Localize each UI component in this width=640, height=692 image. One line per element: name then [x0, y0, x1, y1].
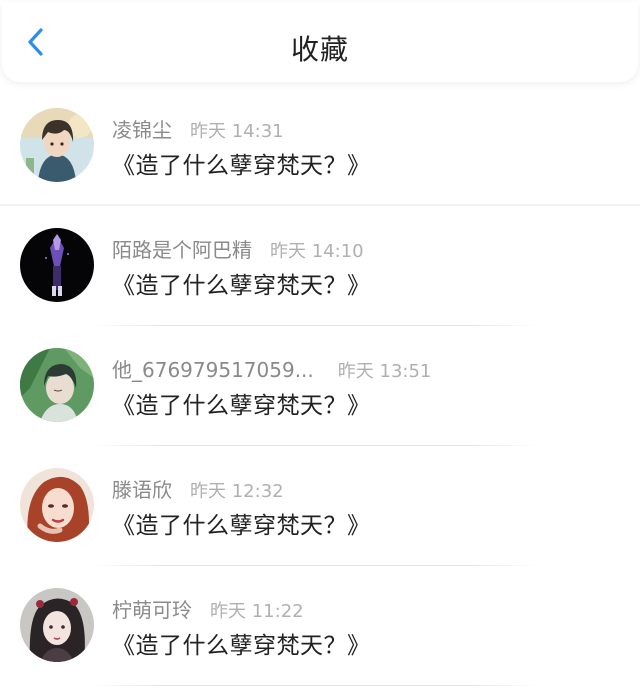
- user-name[interactable]: 他_676979517059...: [112, 354, 314, 383]
- avatar[interactable]: [20, 108, 94, 182]
- list-item[interactable]: 陌路是个阿巴精 昨天 14:10 《造了什么孽穿梵天？》: [0, 206, 640, 326]
- page-title: 收藏: [290, 33, 349, 66]
- item-meta: 柠萌可玲 昨天 11:22: [112, 594, 304, 623]
- avatar[interactable]: [20, 468, 94, 542]
- favorites-page: 收藏 凌锦尘 昨天 14:31 《造了什么孽穿梵天？》 陌路是个阿巴精 昨天 1…: [0, 0, 640, 692]
- item-meta: 滕语欣 昨天 12:32: [112, 474, 284, 503]
- favorite-title[interactable]: 《造了什么孽穿梵天？》: [112, 266, 371, 300]
- favorite-title[interactable]: 《造了什么孽穿梵天？》: [112, 506, 371, 540]
- user-name[interactable]: 滕语欣: [112, 474, 172, 503]
- list-item[interactable]: 他_676979517059... 昨天 13:51 《造了什么孽穿梵天？》: [0, 326, 640, 446]
- favorite-title[interactable]: 《造了什么孽穿梵天？》: [112, 626, 371, 660]
- avatar[interactable]: [20, 228, 94, 302]
- item-meta: 凌锦尘 昨天 14:31: [112, 114, 284, 143]
- user-name[interactable]: 柠萌可玲: [112, 594, 192, 623]
- timestamp: 昨天 12:32: [190, 481, 284, 502]
- list-item[interactable]: 滕语欣 昨天 12:32 《造了什么孽穿梵天？》: [0, 446, 640, 566]
- timestamp: 昨天 11:22: [210, 601, 304, 622]
- user-name[interactable]: 凌锦尘: [112, 114, 172, 143]
- favorite-title[interactable]: 《造了什么孽穿梵天？》: [112, 386, 371, 420]
- timestamp: 昨天 13:51: [337, 361, 432, 382]
- item-meta: 他_676979517059... 昨天 13:51: [112, 354, 431, 383]
- user-name[interactable]: 陌路是个阿巴精: [112, 234, 252, 263]
- avatar[interactable]: [20, 588, 94, 662]
- favorite-title[interactable]: 《造了什么孽穿梵天？》: [112, 146, 371, 180]
- timestamp: 昨天 14:31: [190, 121, 284, 142]
- avatar[interactable]: [20, 348, 94, 422]
- favorites-list: 凌锦尘 昨天 14:31 《造了什么孽穿梵天？》 陌路是个阿巴精 昨天 14:1…: [0, 86, 640, 686]
- divider: [90, 685, 540, 686]
- top-bar: 收藏: [2, 2, 638, 82]
- list-item[interactable]: 柠萌可玲 昨天 11:22 《造了什么孽穿梵天？》: [0, 566, 640, 686]
- item-meta: 陌路是个阿巴精 昨天 14:10: [112, 234, 364, 263]
- timestamp: 昨天 14:10: [270, 241, 364, 262]
- list-item[interactable]: 凌锦尘 昨天 14:31 《造了什么孽穿梵天？》: [0, 86, 640, 206]
